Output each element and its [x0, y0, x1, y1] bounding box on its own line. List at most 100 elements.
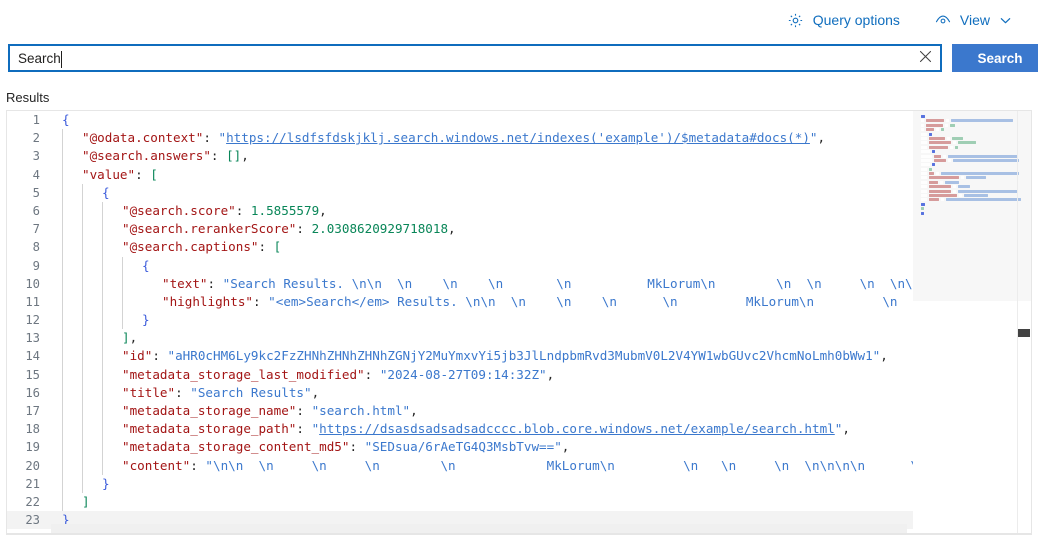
indent-guide: [62, 365, 63, 384]
code-line[interactable]: 13],: [7, 329, 913, 348]
indent-guide: [102, 220, 103, 239]
line-content[interactable]: "@search.rerankerScore": 2.0308620929718…: [51, 220, 913, 239]
minimap-segment: [921, 194, 927, 198]
minimap-line: [921, 123, 1025, 127]
code-token: {: [142, 257, 150, 273]
code-line[interactable]: 3 "@search.answers": [],: [7, 147, 913, 166]
line-content[interactable]: "@search.captions": [: [51, 238, 913, 257]
code-token: "id": [122, 348, 153, 364]
line-content[interactable]: "metadata_storage_path": "https://dsasds…: [51, 420, 913, 439]
vertical-scrollbar-thumb[interactable]: [1018, 329, 1030, 337]
code-line[interactable]: 7 "@search.rerankerScore": 2.030862092971…: [7, 220, 913, 239]
code-link[interactable]: https://dsasdsadsadsadcccc.blob.core.win…: [319, 421, 835, 436]
line-content[interactable]: "value": [: [51, 165, 913, 184]
code-line[interactable]: 16 "title": "Search Results",: [7, 383, 913, 402]
code-token: ,: [129, 330, 138, 346]
indent-guide: [122, 292, 123, 312]
clear-search-button[interactable]: [910, 46, 940, 70]
code-line[interactable]: 17 "metadata_storage_name": "search.html"…: [7, 402, 913, 421]
code-line[interactable]: 2 "@odata.context": "https://lsdfsfdskjkl…: [7, 129, 913, 148]
indent-guide: [62, 201, 63, 221]
code-token: "highlights": [162, 293, 253, 309]
line-content[interactable]: "text": "Search Results. \n\n \n \n \n \…: [51, 274, 913, 293]
code-line[interactable]: 14 "id": "aHR0cHM6Ly9kc2FzZHNhZHNhZHNhZGN…: [7, 347, 913, 366]
line-content[interactable]: "title": "Search Results",: [51, 383, 913, 402]
line-number: 3: [32, 149, 40, 164]
code-line[interactable]: 19 "metadata_storage_content_md5": "SEDsu…: [7, 438, 913, 457]
line-content[interactable]: {: [51, 256, 913, 275]
code-line[interactable]: 6 "@search.score": 1.5855579,: [7, 201, 913, 221]
code-line[interactable]: 21}: [7, 474, 913, 493]
line-content[interactable]: "highlights": "<em>Search</em> Results. …: [51, 292, 913, 312]
line-content[interactable]: "id": "aHR0cHM6Ly9kc2FzZHNhZHNhZHNhZGNjY…: [51, 347, 913, 366]
code-line[interactable]: 18 "metadata_storage_path": "https://dsas…: [7, 420, 913, 439]
line-content[interactable]: }: [51, 474, 913, 493]
vertical-scrollbar[interactable]: [1017, 111, 1031, 534]
code-line[interactable]: 22]: [7, 492, 913, 512]
line-content[interactable]: "metadata_storage_name": "search.html",: [51, 402, 913, 421]
indent-guide: [102, 274, 103, 293]
line-content[interactable]: ]: [51, 492, 913, 512]
code-tokens: }: [62, 312, 150, 327]
code-tokens: {: [62, 112, 70, 127]
code-token: ": [809, 130, 818, 146]
code-token: ": [218, 130, 227, 146]
minimap-segment: [921, 211, 924, 215]
minimap-segment: [953, 141, 956, 145]
line-content[interactable]: "metadata_storage_last_modified": "2024-…: [51, 365, 913, 384]
code-token: :: [258, 239, 274, 255]
code-line[interactable]: 9{: [7, 256, 913, 275]
code-token: "@odata.context": [82, 130, 204, 146]
minimap-segment: [945, 180, 959, 184]
code-line[interactable]: 15 "metadata_storage_last_modified": "202…: [7, 365, 913, 384]
view-button[interactable]: View: [926, 4, 1020, 36]
line-content[interactable]: }: [51, 311, 913, 330]
line-content[interactable]: {: [51, 111, 913, 129]
code-line[interactable]: 12}: [7, 311, 913, 330]
query-options-button[interactable]: Query options: [779, 4, 908, 36]
json-results-editor[interactable]: 1{2 "@odata.context": "https://lsdfsfdskj…: [6, 110, 1032, 535]
minimap-segment: [951, 119, 1013, 123]
code-line[interactable]: 1{: [7, 111, 913, 129]
search-input[interactable]: [10, 46, 910, 70]
code-line[interactable]: 5{: [7, 183, 913, 202]
minimap[interactable]: [913, 111, 1031, 534]
line-content[interactable]: ],: [51, 329, 913, 348]
indent-guide: [122, 256, 123, 275]
search-box[interactable]: [8, 44, 942, 72]
code-line[interactable]: 10 "text": "Search Results. \n\n \n \n \n…: [7, 274, 913, 293]
code-token: 2.0308620929718018: [311, 221, 449, 237]
minimap-segment: [941, 198, 944, 202]
code-area[interactable]: 1{2 "@odata.context": "https://lsdfsfdskj…: [7, 111, 913, 534]
code-line[interactable]: 20 "content": "\n\n \n \n \n \n MkLorum\n…: [7, 456, 913, 475]
line-content[interactable]: "content": "\n\n \n \n \n \n MkLorum\n \…: [51, 456, 913, 475]
search-submit-button[interactable]: Search: [952, 44, 1038, 72]
minimap-segment: [921, 154, 932, 158]
code-lines[interactable]: 1{2 "@odata.context": "https://lsdfsfdskj…: [7, 111, 913, 530]
line-content[interactable]: "@search.answers": [],: [51, 147, 913, 166]
minimap-segment: [921, 202, 925, 206]
code-link[interactable]: https://lsdfsfdskjklj.search.windows.net…: [226, 130, 810, 145]
line-content[interactable]: "@odata.context": "https://lsdfsfdskjklj…: [51, 129, 913, 148]
code-token: :: [349, 439, 365, 455]
code-line[interactable]: 4 "value": [: [7, 165, 913, 184]
minimap-segment: [929, 167, 932, 171]
minimap-segment: [921, 163, 930, 167]
code-tokens: "highlights": "<em>Search</em> Results. …: [62, 294, 913, 309]
line-content[interactable]: "@search.score": 1.5855579,: [51, 201, 913, 221]
code-token: "text": [162, 275, 208, 291]
minimap-segment: [953, 158, 1019, 162]
code-token: :: [152, 348, 168, 364]
code-token: :: [210, 148, 227, 164]
line-content[interactable]: "metadata_storage_content_md5": "SEDsua/…: [51, 438, 913, 457]
code-token: ,: [842, 421, 850, 437]
line-content[interactable]: {: [51, 183, 913, 202]
code-token: ]: [122, 330, 130, 346]
line-number: 18: [25, 422, 40, 437]
code-token: ,: [546, 366, 555, 382]
code-line[interactable]: 8 "@search.captions": [: [7, 238, 913, 257]
indent-guide: [82, 238, 83, 257]
code-tokens: "metadata_storage_path": "https://dsasds…: [62, 421, 850, 436]
code-line[interactable]: 11 "highlights": "<em>Search</em> Results…: [7, 292, 913, 312]
indent-guide: [62, 347, 63, 366]
